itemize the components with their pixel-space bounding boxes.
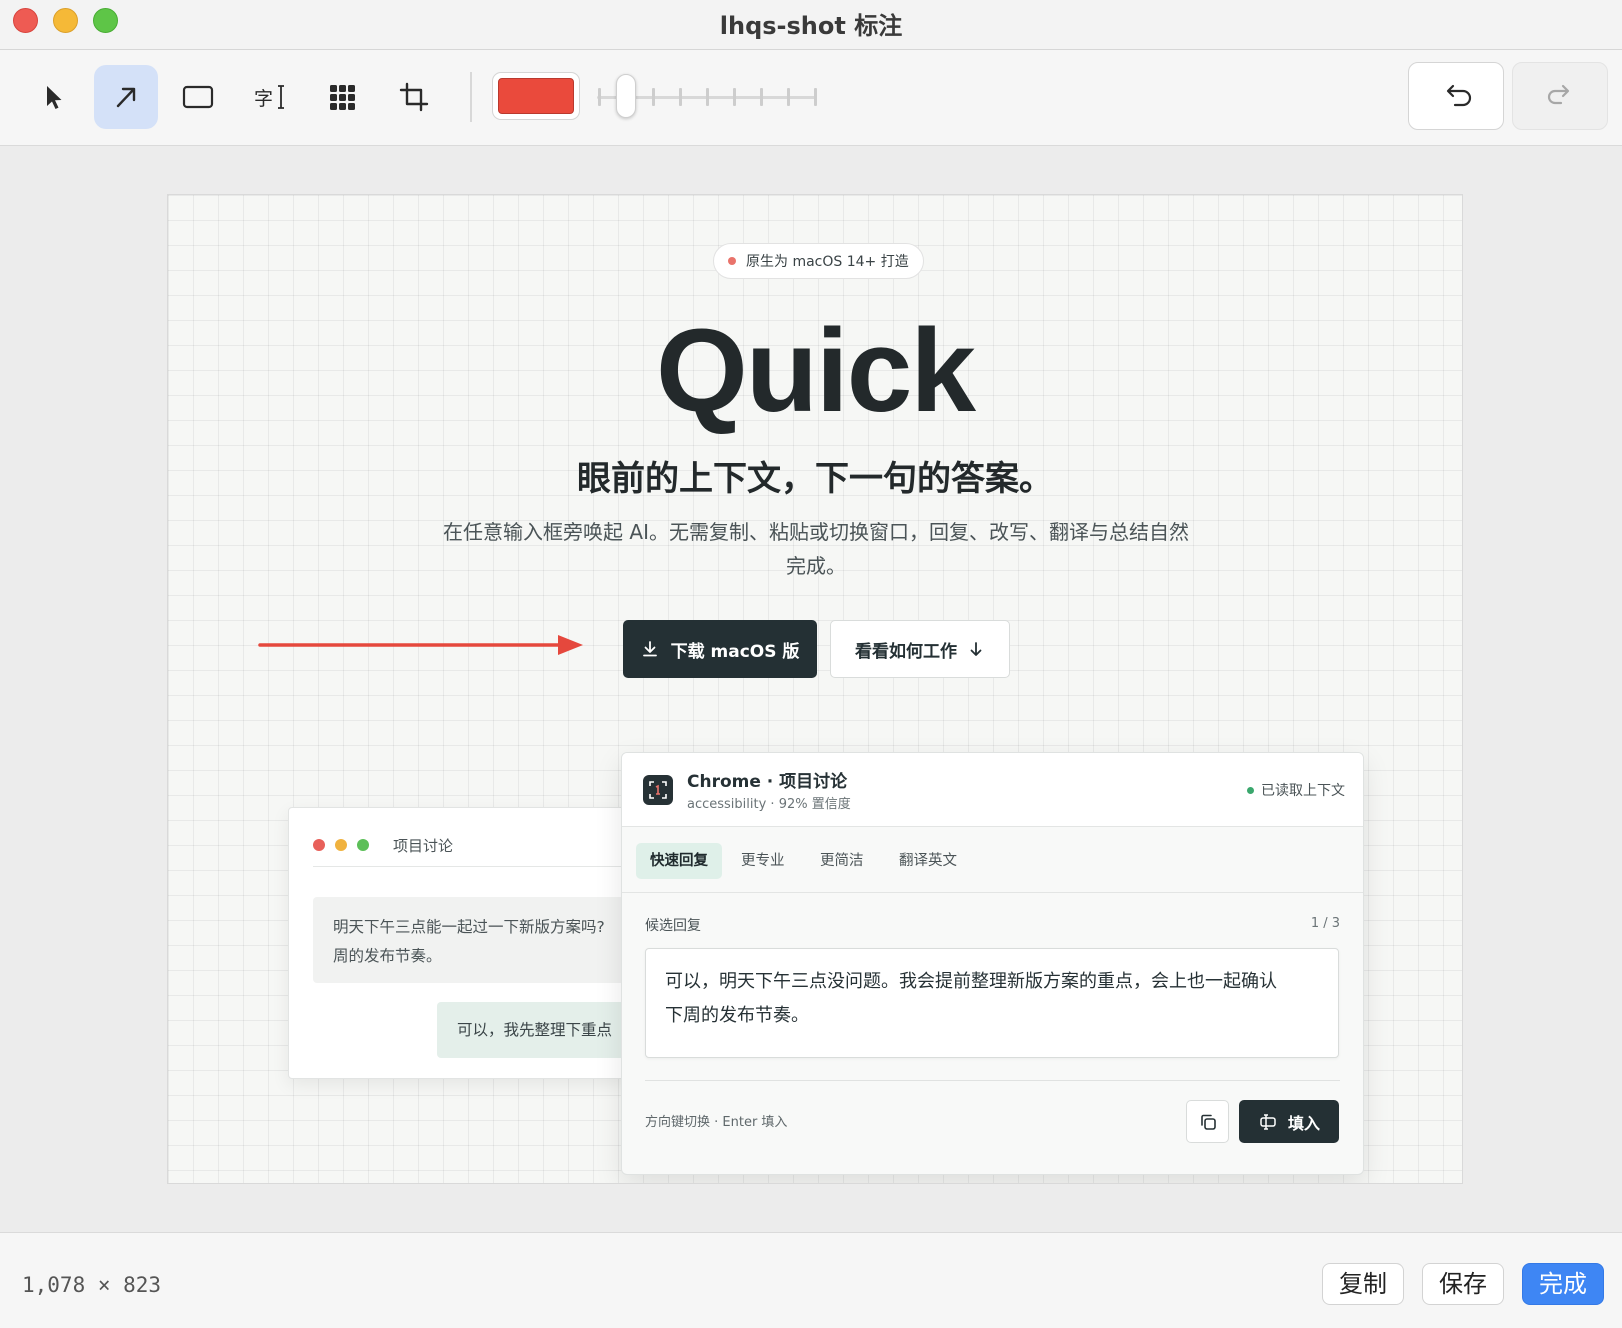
chat-window-preview: 项目讨论 明天下午三点能一起过一下新版方案吗? 周的发布节奏。 可以，我先整理下… <box>288 807 628 1079</box>
candidate-count: 1 / 3 <box>1310 916 1340 931</box>
fill-in-button[interactable]: 填入 <box>1239 1100 1339 1143</box>
chat-window-header: 项目讨论 <box>313 830 627 860</box>
mosaic-tool-button[interactable] <box>310 65 374 129</box>
mosaic-grid-icon <box>330 85 355 110</box>
fill-button-label: 填入 <box>1287 1113 1320 1133</box>
chat-divider <box>313 866 627 867</box>
toolbar-divider <box>470 72 472 122</box>
tab-more-concise[interactable]: 更简洁 <box>806 843 878 879</box>
screenshot-image[interactable]: 原生为 macOS 14+ 打造 Quick 眼前的上下文，下一句的答案。 在任… <box>167 194 1463 1184</box>
rectangle-icon <box>182 85 214 109</box>
how-it-works-button[interactable]: 看看如何工作 <box>830 620 1010 678</box>
slider-knob[interactable] <box>616 74 636 118</box>
app-logo-icon <box>643 775 673 805</box>
candidate-label: 候选回复 <box>645 918 701 934</box>
annotation-arrow[interactable] <box>258 623 598 663</box>
download-macos-button[interactable]: 下载 macOS 版 <box>623 620 817 678</box>
hero-description-line-1: 在任意输入框旁唤起 AI。无需复制、粘贴或切换窗口，回复、改写、翻译与总结自然 <box>443 520 1189 544</box>
cursor-icon <box>47 86 62 109</box>
hero-subtitle: 眼前的上下文，下一句的答案。 <box>577 459 1053 499</box>
platform-badge: 原生为 macOS 14+ 打造 <box>713 243 924 279</box>
color-swatch <box>498 78 574 114</box>
slider-tick <box>732 88 736 106</box>
select-tool-button[interactable] <box>21 65 85 129</box>
context-status: 已读取上下文 <box>1247 780 1345 800</box>
arrow-tool-button[interactable] <box>94 65 158 129</box>
crop-icon <box>399 82 429 112</box>
badge-text: 原生为 macOS 14+ 打造 <box>746 254 909 270</box>
annotation-toolbar: 字 <box>0 50 1622 146</box>
how-button-label: 看看如何工作 <box>855 641 957 662</box>
hero-title: Quick <box>656 305 976 437</box>
copy-reply-button[interactable] <box>1186 1100 1229 1143</box>
candidate-reply-text[interactable]: 可以，明天下午三点没问题。我会提前整理新版方案的重点，会上也一起确认 下周的发布… <box>645 948 1339 1058</box>
context-status-text: 已读取上下文 <box>1261 783 1345 799</box>
panel-app-title: Chrome · 项目讨论 <box>687 772 848 792</box>
reply-line-2: 下周的发布节奏。 <box>665 1005 809 1026</box>
undo-icon <box>1446 84 1472 107</box>
slider-tick <box>678 88 682 106</box>
crop-tool-button[interactable] <box>382 65 446 129</box>
quick-reply-panel: Chrome · 项目讨论 accessibility · 92% 置信度 已读… <box>621 752 1364 1175</box>
bottom-bar: 1,078 × 823 复制 保存 完成 <box>0 1232 1622 1328</box>
selection-dimensions: 1,078 × 823 <box>22 1273 162 1297</box>
chat-close-dot <box>313 839 325 851</box>
hero-description: 在任意输入框旁唤起 AI。无需复制、粘贴或切换窗口，回复、改写、翻译与总结自然 … <box>403 515 1229 583</box>
canvas-area: 原生为 macOS 14+ 打造 Quick 眼前的上下文，下一句的答案。 在任… <box>0 147 1622 1232</box>
save-button[interactable]: 保存 <box>1422 1263 1504 1305</box>
done-button[interactable]: 完成 <box>1522 1263 1604 1305</box>
incoming-message-line-2: 周的发布节奏。 <box>333 947 442 965</box>
slider-tick <box>705 88 709 106</box>
undo-button[interactable] <box>1408 62 1504 130</box>
reply-mode-tabs: 快速回复 更专业 更简洁 翻译英文 <box>622 827 1363 893</box>
tab-more-professional[interactable]: 更专业 <box>727 843 799 879</box>
reply-line-1: 可以，明天下午三点没问题。我会提前整理新版方案的重点，会上也一起确认 <box>665 971 1277 992</box>
title-bar: lhqs-shot 标注 <box>0 0 1622 50</box>
rectangle-tool-button[interactable] <box>166 65 230 129</box>
download-button-label: 下载 macOS 版 <box>670 641 800 662</box>
copy-icon <box>1200 1114 1216 1130</box>
chat-minimize-dot <box>335 839 347 851</box>
outgoing-message: 可以，我先整理下重点 <box>437 1002 627 1058</box>
panel-header: Chrome · 项目讨论 accessibility · 92% 置信度 已读… <box>622 753 1363 827</box>
chat-window-title: 项目讨论 <box>393 836 454 855</box>
keyboard-hint: 方向键切换 · Enter 填入 <box>645 1115 788 1130</box>
tab-translate-english[interactable]: 翻译英文 <box>885 843 971 879</box>
badge-dot <box>728 257 736 265</box>
arrow-tool-icon <box>116 87 136 108</box>
download-icon <box>642 641 657 657</box>
slider-tick <box>597 88 601 106</box>
window-title: lhqs-shot 标注 <box>719 12 903 40</box>
incoming-message-line-1: 明天下午三点能一起过一下新版方案吗? <box>333 918 605 936</box>
slider-tick <box>759 88 763 106</box>
text-tool-button[interactable]: 字 <box>238 65 302 129</box>
text-cursor-icon <box>1260 1113 1276 1130</box>
incoming-message: 明天下午三点能一起过一下新版方案吗? 周的发布节奏。 <box>313 897 627 983</box>
slider-tick <box>651 88 655 106</box>
color-picker-button[interactable] <box>492 72 580 120</box>
stroke-width-slider[interactable] <box>597 72 817 122</box>
chat-zoom-dot <box>357 839 369 851</box>
tab-quick-reply[interactable]: 快速回复 <box>636 843 722 879</box>
panel-divider <box>645 1080 1340 1081</box>
text-tool-glyph: 字 <box>254 88 273 110</box>
status-dot <box>1247 786 1254 794</box>
copy-button[interactable]: 复制 <box>1322 1263 1404 1305</box>
slider-tick <box>786 88 790 106</box>
redo-button[interactable] <box>1512 62 1608 130</box>
panel-app-subtitle: accessibility · 92% 置信度 <box>687 797 851 812</box>
slider-tick <box>813 88 817 106</box>
text-tool-icon: 字 <box>254 85 284 110</box>
hero-description-line-2: 完成。 <box>786 554 846 578</box>
arrow-down-icon <box>970 642 982 656</box>
redo-icon <box>1547 84 1570 105</box>
